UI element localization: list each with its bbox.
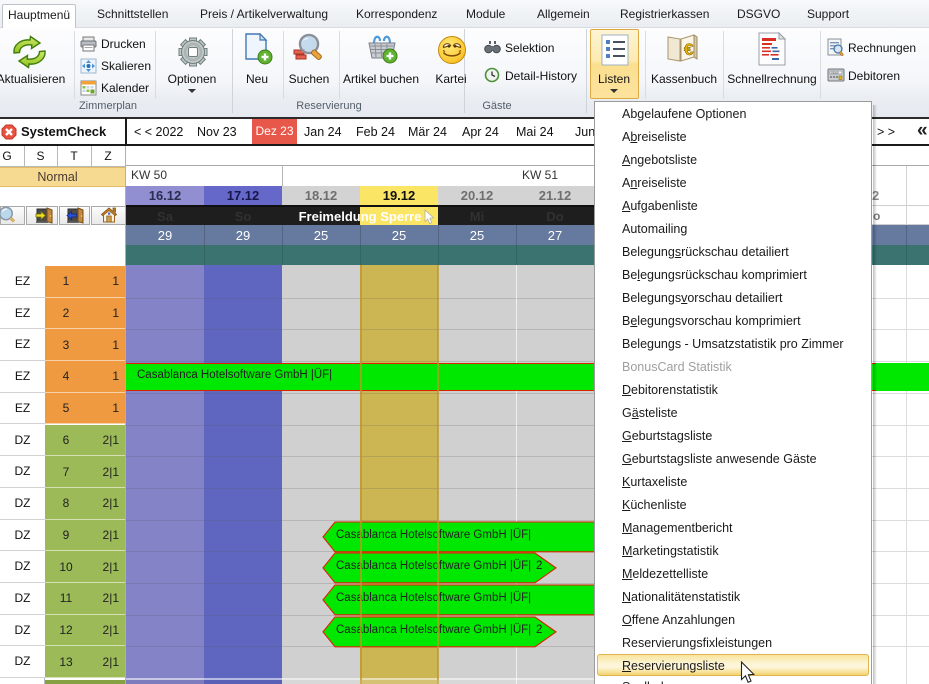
svg-text:0845: 0845: [831, 71, 839, 75]
svg-text:€: €: [684, 40, 694, 59]
